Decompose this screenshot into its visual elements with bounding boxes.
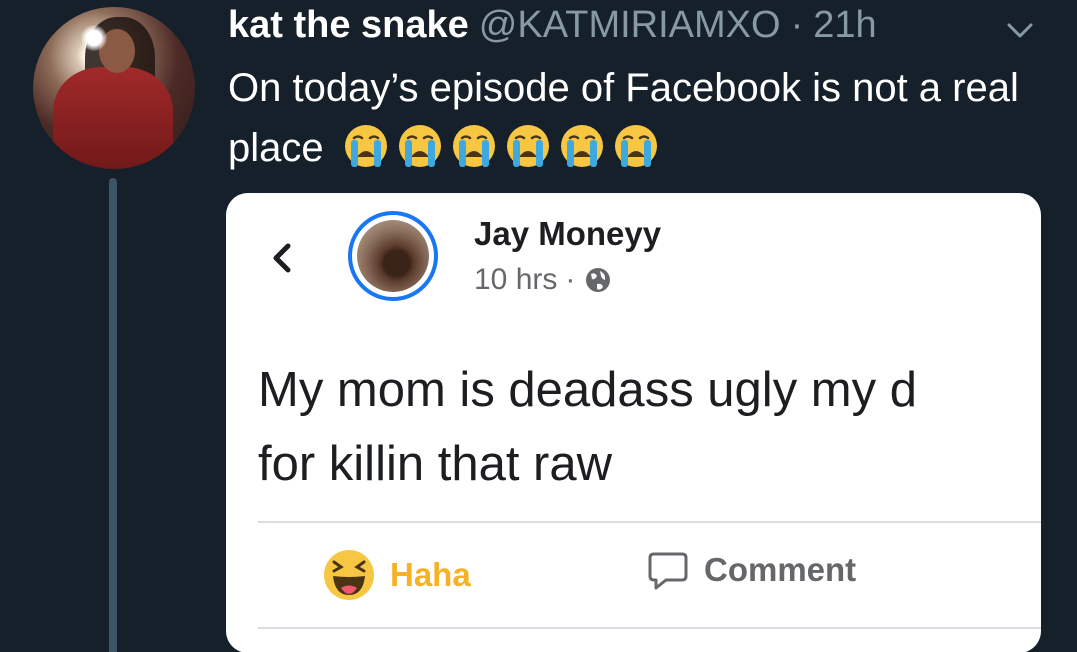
fb-post-text: My mom is deadass ugly my d for killin t… (258, 353, 1041, 501)
emoji-row (335, 125, 659, 170)
fb-avatar-photo (357, 220, 429, 292)
loudly-crying-face-icon (398, 125, 441, 167)
comment-button[interactable]: Comment (646, 548, 856, 592)
display-name[interactable]: kat the snake (228, 4, 469, 47)
loudly-crying-face-icon (452, 125, 495, 167)
fb-post-line-2: for killin that raw (258, 437, 613, 491)
haha-emoji-icon (324, 550, 374, 600)
comment-label: Comment (704, 551, 857, 588)
user-handle[interactable]: @KATMIRIAMXO (479, 4, 781, 47)
fb-separator: · (565, 263, 576, 296)
loudly-crying-face-icon (614, 125, 657, 167)
separator-dot: · (790, 4, 804, 46)
thread-line (109, 178, 117, 652)
loudly-crying-face-icon (560, 125, 603, 167)
tweet-text: On today’s episode of Facebook is not a … (228, 58, 1068, 178)
facebook-screenshot[interactable]: Jay Moneyy 10 hrs · My mom is deadass ug… (226, 193, 1041, 652)
divider (258, 627, 1041, 629)
fb-post-time: 10 hrs (474, 263, 558, 296)
avatar-jacket (53, 67, 173, 169)
chevron-down-icon[interactable] (1005, 20, 1035, 42)
fb-author-name[interactable]: Jay Moneyy (474, 215, 661, 253)
haha-reaction-button[interactable]: Haha (322, 548, 471, 602)
comment-bubble-icon (648, 552, 688, 590)
tweet: kat the snake @KATMIRIAMXO · 21h On toda… (0, 0, 1077, 652)
tweet-header: kat the snake @KATMIRIAMXO · 21h (228, 4, 877, 50)
divider (258, 521, 1041, 523)
globe-icon (586, 268, 611, 292)
timestamp[interactable]: 21h (813, 4, 876, 47)
avatar[interactable] (33, 7, 195, 169)
camera-flash (81, 25, 107, 51)
fb-avatar[interactable] (348, 211, 438, 301)
loudly-crying-face-icon (344, 125, 387, 167)
back-arrow-icon[interactable] (266, 238, 296, 278)
fb-post-line-1: My mom is deadass ugly my d (258, 363, 917, 417)
haha-label: Haha (390, 556, 471, 593)
loudly-crying-face-icon (506, 125, 549, 167)
fb-post-meta: 10 hrs · (474, 263, 613, 297)
